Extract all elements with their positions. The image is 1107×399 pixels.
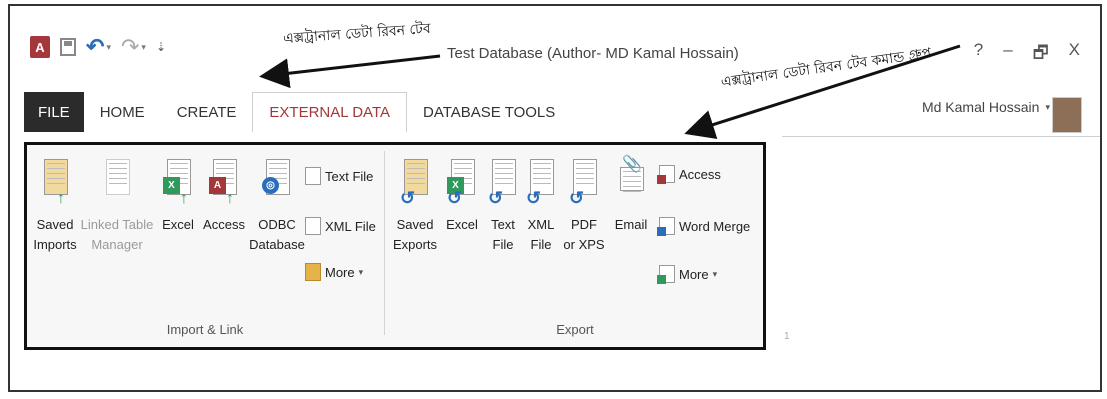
import-access-button[interactable]: A ↑ Access [201, 159, 247, 235]
group-label-import-link: Import & Link [166, 322, 244, 337]
export-more-button[interactable]: More ▾ [657, 265, 718, 284]
export-email-label: Email [614, 217, 648, 232]
odbc-label-2: Database [249, 237, 305, 253]
export-pdf-xps-button[interactable]: ↺ PDF or XPS [561, 159, 607, 255]
tab-create[interactable]: CREATE [161, 92, 253, 132]
odbc-label: ODBC [258, 217, 296, 232]
export-access-label: Access [679, 166, 721, 182]
arrow-to-tab [259, 54, 441, 89]
export-xml-file-label: XML [527, 217, 555, 232]
saved-imports-label-2: Imports [33, 237, 77, 253]
annotation-command-group: এক্সট্রানাল ডেটা রিবন টেব কমান্ড গ্রুপ [719, 45, 933, 91]
redo-button[interactable]: ↷ [121, 34, 139, 60]
import-text-file-button[interactable]: Text File [305, 167, 373, 185]
minimize-button[interactable]: – [1003, 40, 1012, 69]
export-excel-label: Excel [446, 217, 478, 232]
external-data-ribbon: ↑ Saved Imports Linked Table Manager X ↑… [24, 142, 766, 350]
saved-imports-icon: ↑ [40, 159, 70, 207]
group-import-link: ↑ Saved Imports Linked Table Manager X ↑… [27, 151, 383, 341]
tab-file[interactable]: FILE [24, 92, 84, 132]
export-xml-file-button[interactable]: ↺ XML File [523, 159, 559, 255]
saved-exports-button[interactable]: ↺ Saved Exports [391, 159, 439, 255]
word-merge-label: Word Merge [679, 218, 751, 234]
saved-exports-icon: ↺ [400, 159, 430, 208]
avatar[interactable] [1052, 97, 1082, 133]
save-icon [60, 38, 76, 56]
group-label-export: Export [556, 322, 594, 337]
chevron-down-icon: ▾ [1045, 101, 1050, 112]
access-icon [657, 165, 675, 184]
redo-dropdown-icon[interactable]: ▾ [141, 42, 146, 53]
export-excel-button[interactable]: X ↺ Excel [441, 159, 483, 235]
export-access-button[interactable]: Access [657, 165, 721, 184]
chevron-down-icon: ▾ [712, 268, 718, 279]
window-controls: ? – 🗗 X [974, 40, 1080, 69]
close-button[interactable]: X [1069, 40, 1080, 69]
import-more-label: More [325, 264, 355, 280]
pdf-icon: ↺ [569, 159, 599, 208]
restore-button[interactable]: 🗗 [1033, 40, 1049, 69]
text-file-icon: ↺ [488, 159, 518, 208]
linked-table-manager-label: Linked Table [80, 217, 154, 232]
email-icon: 📎 [616, 156, 646, 207]
window-frame: A ↶ ▾ ↷ ▾ ⇣ Test Database (Author- MD Ka… [8, 4, 1102, 392]
saved-imports-label: Saved [36, 217, 74, 232]
import-excel-button[interactable]: X ↑ Excel [157, 159, 199, 235]
tab-home[interactable]: HOME [84, 92, 161, 132]
xml-file-icon: ↺ [526, 159, 556, 208]
excel-icon: X ↺ [447, 159, 477, 208]
import-excel-label: Excel [162, 217, 194, 232]
more-import-icon [305, 263, 321, 281]
customize-qat-button[interactable]: ⇣ [156, 40, 166, 54]
access-app-icon[interactable]: A [30, 36, 50, 58]
export-text-file-label-2: File [492, 237, 514, 253]
undo-button[interactable]: ↶ [86, 34, 104, 60]
export-pdf-label-2: or XPS [563, 237, 605, 253]
help-button[interactable]: ? [974, 40, 983, 69]
word-merge-button[interactable]: Word Merge [657, 217, 751, 236]
group-divider [384, 151, 385, 335]
group-export: ↺ Saved Exports X ↺ Excel ↺ Text File ↺ … [387, 151, 763, 341]
user-name: Md Kamal Hossain [921, 99, 1040, 115]
linked-table-manager-label-2: Manager [91, 237, 143, 253]
tab-database-tools[interactable]: DATABASE TOOLS [407, 92, 571, 132]
saved-exports-label: Saved [396, 217, 434, 232]
window-title: Test Database (Author- MD Kamal Hossain) [447, 45, 739, 62]
access-icon: A ↑ [209, 159, 239, 207]
text-file-icon [305, 167, 321, 185]
tab-external-data[interactable]: EXTERNAL DATA [252, 92, 408, 132]
import-text-file-label: Text File [325, 168, 374, 184]
linked-table-manager-button[interactable]: Linked Table Manager [79, 159, 155, 255]
odbc-database-button[interactable]: ◎ ODBC Database [249, 159, 305, 255]
export-pdf-label: PDF [571, 217, 597, 232]
export-text-file-button[interactable]: ↺ Text File [485, 159, 521, 255]
excel-icon: X ↑ [163, 159, 193, 207]
undo-dropdown-icon[interactable]: ▾ [106, 42, 111, 53]
quick-access-toolbar: A ↶ ▾ ↷ ▾ ⇣ [30, 31, 166, 63]
export-text-file-label: Text [491, 217, 515, 232]
import-xml-file-label: XML File [325, 218, 376, 234]
export-xml-file-label-2: File [530, 237, 552, 253]
word-icon [657, 217, 675, 236]
saved-imports-button[interactable]: ↑ Saved Imports [31, 159, 79, 255]
ribbon-tabs: FILE HOME CREATE EXTERNAL DATA DATABASE … [24, 92, 571, 132]
saved-exports-label-2: Exports [392, 237, 438, 253]
xml-file-icon [305, 217, 321, 235]
export-more-label: More [679, 266, 709, 282]
save-button[interactable] [60, 38, 76, 56]
user-account[interactable]: Md Kamal Hossain ▾ [922, 99, 1050, 115]
right-panel: 1 [782, 136, 1100, 361]
panel-marker: 1 [784, 331, 790, 342]
import-more-button[interactable]: More ▾ [305, 263, 363, 281]
linked-table-manager-icon [102, 159, 132, 207]
odbc-icon: ◎ [262, 159, 292, 207]
annotation-ribbon-tab: এক্সট্রানাল ডেটা রিবন টেব [282, 20, 432, 48]
import-xml-file-button[interactable]: XML File [305, 217, 376, 235]
export-email-button[interactable]: 📎 Email [611, 156, 651, 235]
import-access-label: Access [203, 217, 245, 232]
chevron-down-icon: ▾ [358, 266, 364, 277]
more-export-icon [657, 265, 675, 284]
